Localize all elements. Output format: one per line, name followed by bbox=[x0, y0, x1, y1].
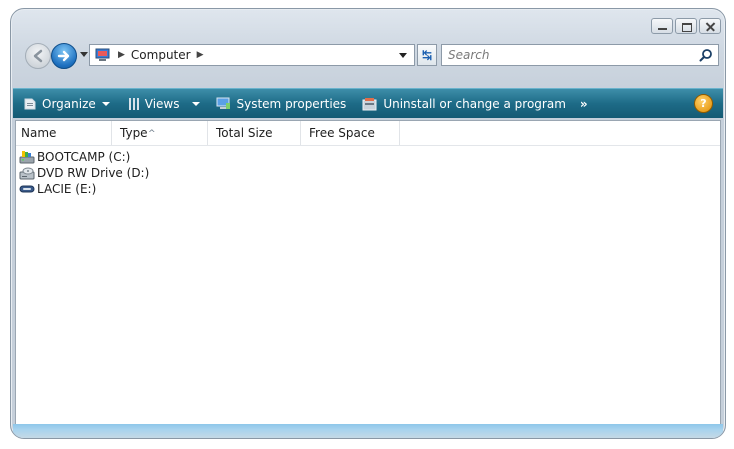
system-properties-icon bbox=[216, 97, 230, 109]
column-header-total-size[interactable]: Total Size bbox=[208, 121, 301, 145]
maximize-button[interactable] bbox=[675, 18, 697, 34]
organize-menu[interactable]: Organize bbox=[19, 89, 114, 118]
views-icon bbox=[128, 97, 139, 110]
forward-button[interactable] bbox=[51, 43, 77, 69]
column-header-name[interactable]: Name bbox=[16, 121, 112, 145]
back-button[interactable] bbox=[25, 43, 51, 69]
help-icon: ? bbox=[700, 97, 707, 110]
search-icon[interactable] bbox=[699, 48, 713, 62]
hard-drive-icon bbox=[19, 150, 35, 164]
search-box[interactable]: Search bbox=[441, 44, 719, 66]
refresh-icon: ↹ bbox=[421, 48, 433, 62]
breadcrumb-separator-icon[interactable]: ▶ bbox=[197, 50, 204, 60]
breadcrumb-computer[interactable]: Computer bbox=[131, 48, 191, 62]
refresh-button[interactable]: ↹ bbox=[417, 44, 437, 66]
breadcrumb-separator-icon[interactable]: ▶ bbox=[118, 50, 125, 60]
uninstall-program-button[interactable]: Uninstall or change a program bbox=[358, 89, 570, 118]
sort-ascending-icon: ^ bbox=[148, 129, 156, 139]
list-item[interactable]: DVD RW Drive (D:) bbox=[19, 165, 149, 181]
drive-label: DVD RW Drive (D:) bbox=[37, 166, 150, 180]
more-commands-button[interactable]: » bbox=[576, 89, 592, 118]
address-dropdown-icon[interactable] bbox=[399, 53, 407, 58]
uninstall-label: Uninstall or change a program bbox=[383, 96, 566, 111]
chevron-right-icon: » bbox=[579, 96, 588, 111]
search-input[interactable]: Search bbox=[448, 48, 490, 62]
computer-icon bbox=[94, 48, 112, 62]
views-label: Views bbox=[144, 96, 180, 111]
details-pane-border bbox=[13, 424, 723, 438]
minimize-button[interactable] bbox=[651, 18, 673, 34]
column-headers: Name Type ^ Total Size Free Space bbox=[16, 121, 720, 146]
file-view: Name Type ^ Total Size Free Space BOOTCA… bbox=[15, 120, 721, 424]
organize-dropdown-icon bbox=[101, 101, 110, 106]
command-bar: Organize Views System properties Uninsta… bbox=[13, 88, 723, 118]
navigation-bar: ▶ Computer ▶ ↹ Search bbox=[19, 42, 719, 69]
back-arrow-icon bbox=[33, 49, 43, 63]
help-button[interactable]: ? bbox=[694, 94, 713, 113]
list-item[interactable]: BOOTCAMP (C:) bbox=[19, 149, 149, 165]
close-button[interactable] bbox=[699, 18, 721, 34]
organize-label: Organize bbox=[42, 96, 96, 111]
removable-drive-icon bbox=[19, 182, 35, 196]
views-dropdown-icon bbox=[191, 101, 200, 106]
recent-pages-dropdown[interactable] bbox=[80, 52, 88, 57]
dvd-drive-icon bbox=[19, 166, 35, 180]
drive-label: BOOTCAMP (C:) bbox=[37, 150, 131, 164]
views-menu[interactable]: Views bbox=[124, 89, 204, 118]
column-header-type[interactable]: Type ^ bbox=[112, 121, 208, 145]
column-header-free-space[interactable]: Free Space bbox=[301, 121, 400, 145]
system-properties-label: System properties bbox=[236, 96, 347, 111]
system-properties-button[interactable]: System properties bbox=[212, 89, 351, 118]
caption-buttons bbox=[651, 18, 721, 34]
drive-label: LACIE (E:) bbox=[37, 182, 97, 196]
drive-list: BOOTCAMP (C:) DVD RW Drive (D:) LACIE (E… bbox=[19, 149, 149, 197]
organize-icon bbox=[24, 98, 36, 109]
list-item[interactable]: LACIE (E:) bbox=[19, 181, 149, 197]
explorer-window: ▶ Computer ▶ ↹ Search Organize Views Sys… bbox=[10, 8, 726, 439]
programs-icon bbox=[362, 97, 377, 110]
forward-arrow-icon bbox=[57, 50, 70, 62]
address-bar[interactable]: ▶ Computer ▶ bbox=[89, 44, 415, 66]
